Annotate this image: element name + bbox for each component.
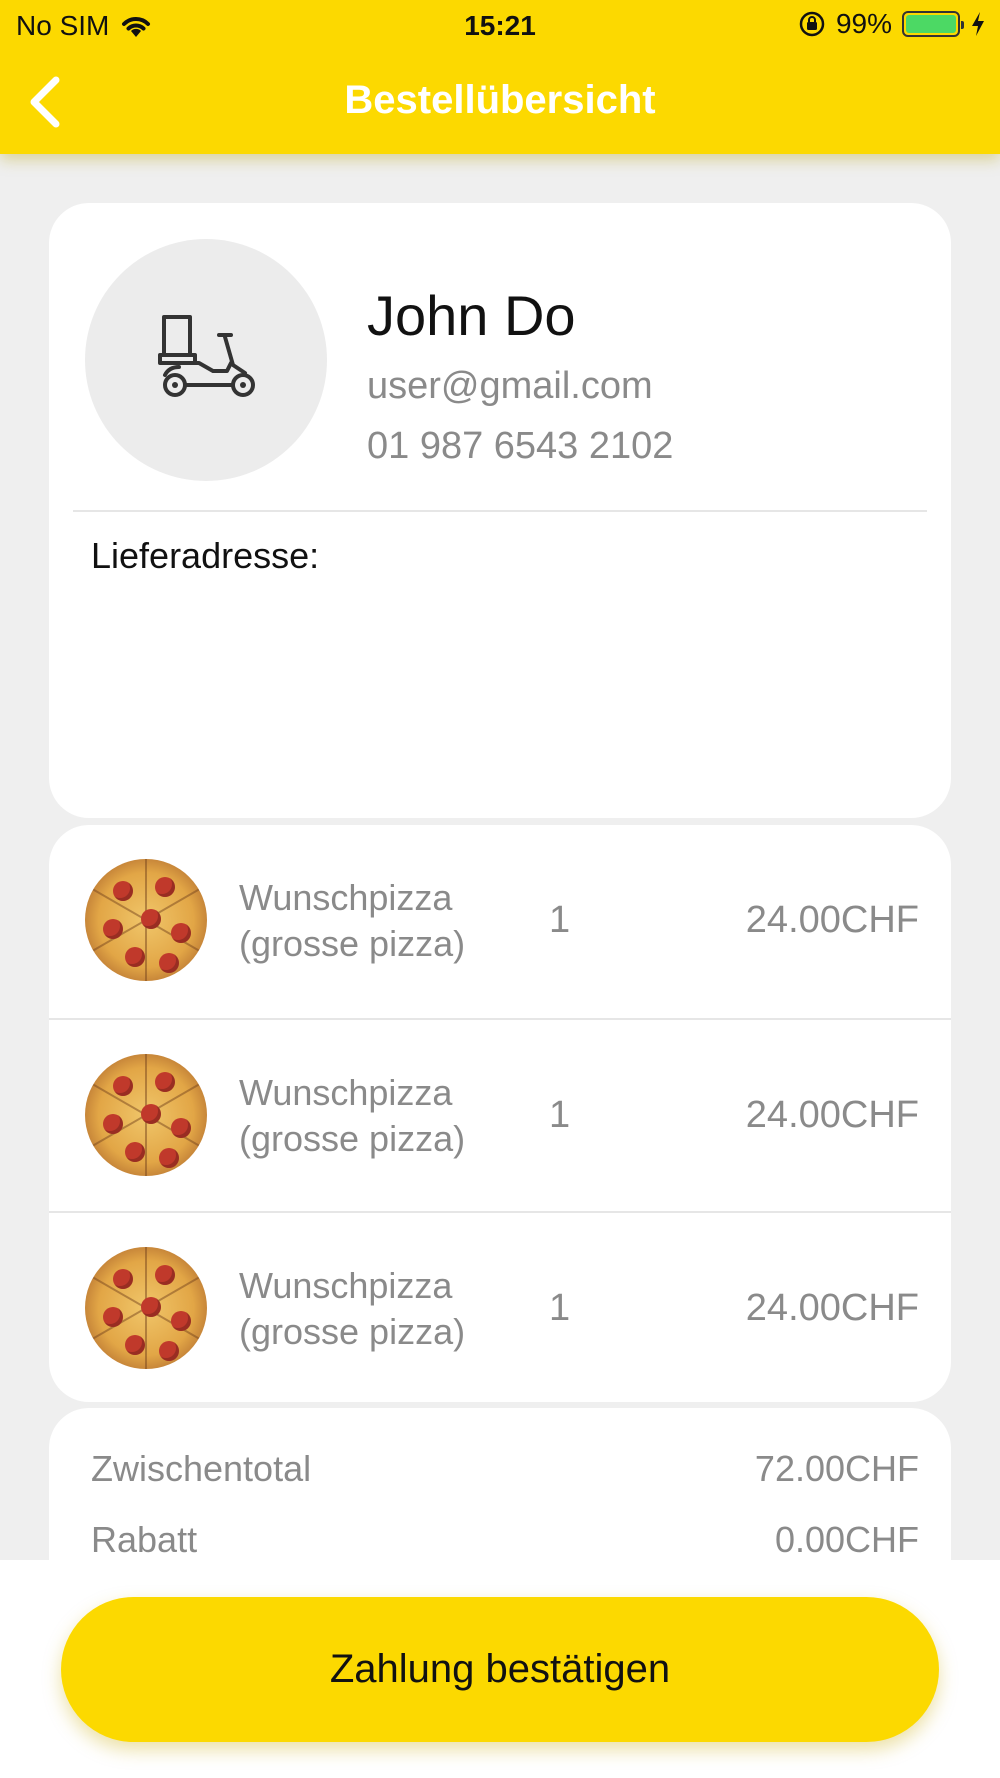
order-item[interactable]: Wunschpizza (grosse pizza) 1 24.00CHF	[49, 825, 951, 1018]
customer-phone: 01 987 6543 2102	[367, 425, 674, 467]
item-name: Wunschpizza (grosse pizza)	[239, 1265, 466, 1352]
pizza-image	[85, 859, 207, 981]
app-header: No SIM 15:21 99% Bestellübersicht	[0, 0, 1000, 154]
order-item[interactable]: Wunschpizza (grosse pizza) 1 24.00CHF	[49, 1018, 951, 1211]
item-quantity: 1	[549, 1287, 571, 1329]
item-quantity: 1	[549, 899, 571, 941]
charging-icon	[972, 12, 984, 36]
item-name: Wunschpizza (grosse pizza)	[239, 1072, 466, 1159]
footer-bar: Zahlung bestätigen	[0, 1560, 1000, 1778]
battery-percent: 99%	[835, 8, 892, 39]
delivery-address-label: Lieferadresse:	[91, 535, 320, 576]
item-price: 24.00CHF	[745, 1094, 919, 1136]
order-items-card: Wunschpizza (grosse pizza) 1 24.00CHF Wu…	[49, 825, 951, 1402]
discount-label: Rabatt	[91, 1519, 198, 1560]
pizza-image	[85, 1247, 207, 1369]
avatar	[85, 239, 327, 481]
item-quantity: 1	[549, 1094, 571, 1136]
status-bar: No SIM 15:21 99%	[0, 0, 1000, 50]
item-price: 24.00CHF	[745, 899, 919, 941]
customer-card: John Do user@gmail.com 01 987 6543 2102 …	[49, 203, 951, 818]
customer-email: user@gmail.com	[367, 365, 653, 407]
subtotal-value: 72.00CHF	[754, 1448, 919, 1489]
orientation-lock-icon	[799, 11, 825, 37]
order-item[interactable]: Wunschpizza (grosse pizza) 1 24.00CHF	[49, 1211, 951, 1404]
battery-level	[906, 15, 956, 33]
pizza-image	[85, 1054, 207, 1176]
customer-name: John Do	[367, 284, 576, 347]
confirm-payment-button[interactable]: Zahlung bestätigen	[61, 1597, 939, 1742]
delivery-scooter-icon	[158, 315, 255, 397]
divider	[73, 510, 927, 512]
battery-icon	[902, 11, 964, 37]
page-title: Bestellübersicht	[344, 78, 656, 122]
subtotal-label: Zwischentotal	[91, 1448, 312, 1489]
item-price: 24.00CHF	[745, 1287, 919, 1329]
status-right: 99%	[798, 8, 986, 40]
item-name: Wunschpizza (grosse pizza)	[239, 877, 466, 964]
discount-value: 0.00CHF	[774, 1519, 919, 1560]
